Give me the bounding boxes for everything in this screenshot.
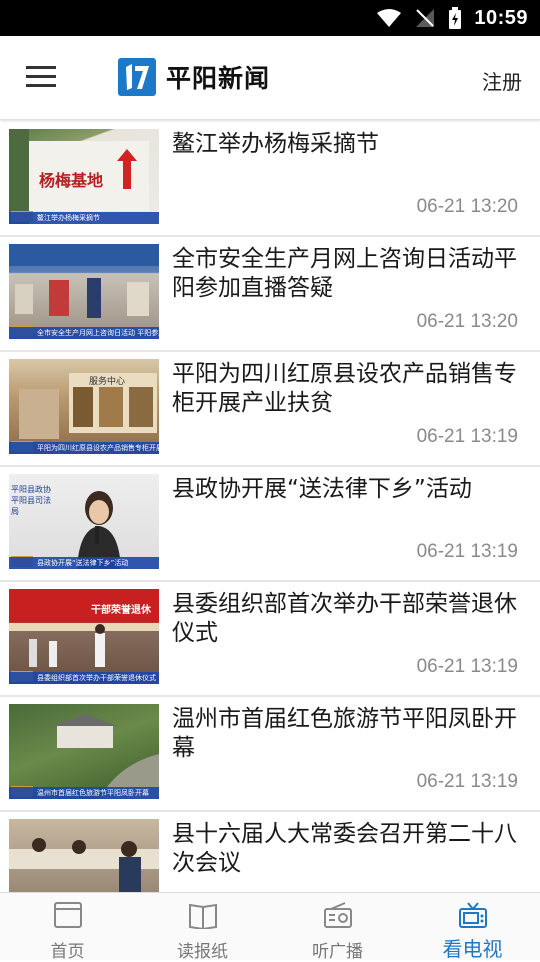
- news-title: 县政协开展“送法律下乡”活动: [172, 476, 472, 502]
- news-item[interactable]: 平阳县政协 平阳县司法局 县政协开展“送法律下乡”活动 县政协开展“送法律下乡”…: [0, 467, 540, 582]
- book-icon: [188, 903, 217, 929]
- menu-button[interactable]: [26, 66, 58, 90]
- app-bar: 平阳新闻 注册: [0, 36, 540, 120]
- thumbnail-caption: 县政协开展“送法律下乡”活动: [9, 557, 159, 569]
- tab-radio[interactable]: 听广播: [270, 893, 405, 962]
- news-time: 06-21 13:19: [416, 541, 518, 562]
- thumbnail-sign-text: 服务中心: [89, 377, 126, 387]
- home-icon: [53, 902, 82, 928]
- tab-home[interactable]: 首页: [0, 893, 135, 962]
- thumbnail-sign-text: 杨梅基地: [39, 171, 104, 190]
- bottom-tab-bar: 首页 读报纸 听广播 看电视: [0, 892, 540, 962]
- news-time: 06-21 13:19: [416, 771, 518, 792]
- news-item[interactable]: 杨梅基地 鳌江举办杨梅采摘节 鳌江举办杨梅采摘节 06-21 13:20: [0, 122, 540, 237]
- tab-label: 读报纸: [177, 942, 228, 962]
- news-thumbnail: 杨梅基地 鳌江举办杨梅采摘节: [9, 129, 159, 224]
- tv-icon: [458, 902, 487, 928]
- tab-label: 听广播: [312, 942, 363, 962]
- app-logo: 平阳新闻: [118, 58, 270, 96]
- news-item[interactable]: 县十六届人大常委会召开第二十八次会议: [0, 812, 540, 892]
- news-time: 06-21 13:20: [416, 196, 518, 217]
- news-thumbnail: 干部荣誉退休 县委组织部首次举办干部荣誉退休仪式: [9, 589, 159, 684]
- register-link[interactable]: 注册: [482, 66, 522, 95]
- news-list: 杨梅基地 鳌江举办杨梅采摘节 鳌江举办杨梅采摘节 06-21 13:20 全市安…: [0, 122, 540, 892]
- news-time: 06-21 13:20: [416, 311, 518, 332]
- news-thumbnail: [9, 819, 159, 892]
- thumbnail-caption: 鳌江举办杨梅采摘节: [9, 212, 159, 224]
- news-title: 县十六届人大常委会召开第二十八次会议: [172, 821, 517, 876]
- thumbnail-sign-text: 干部荣誉退休: [91, 605, 151, 616]
- app-title: 平阳新闻: [166, 64, 271, 93]
- no-signal-icon: [416, 9, 435, 27]
- news-thumbnail: 全市安全生产月网上咨询日活动 平阳参加直播答疑: [9, 244, 159, 339]
- hamburger-line: [26, 84, 56, 87]
- news-item[interactable]: 全市安全生产月网上咨询日活动 平阳参加直播答疑 全市安全生产月网上咨询日活动平阳…: [0, 237, 540, 352]
- logo-mark-icon: [118, 58, 156, 96]
- tab-tv[interactable]: 看电视: [405, 893, 540, 961]
- news-title: 县委组织部首次举办干部荣誉退休仪式: [172, 591, 517, 646]
- news-thumbnail: 服务中心 平阳为四川红原县设农产品销售专柜开展产业扶贫: [9, 359, 159, 454]
- news-time: 06-21 13:19: [416, 426, 518, 447]
- thumbnail-caption: 平阳为四川红原县设农产品销售专柜开展产业扶贫: [9, 442, 159, 454]
- status-bar: 10:59: [0, 0, 540, 36]
- news-thumbnail: 平阳县政协 平阳县司法局 县政协开展“送法律下乡”活动: [9, 474, 159, 569]
- tab-label: 看电视: [442, 937, 503, 961]
- news-item[interactable]: 温州市首届红色旅游节平阳凤卧开幕 温州市首届红色旅游节平阳凤卧开幕 06-21 …: [0, 697, 540, 812]
- news-time: 06-21 13:19: [416, 656, 518, 677]
- hamburger-line: [26, 75, 56, 78]
- news-title: 温州市首届红色旅游节平阳凤卧开幕: [172, 706, 517, 761]
- news-title: 鳌江举办杨梅采摘节: [172, 131, 379, 157]
- news-title: 全市安全生产月网上咨询日活动平阳参加直播答疑: [172, 246, 517, 301]
- tab-newspaper[interactable]: 读报纸: [135, 893, 270, 962]
- wifi-icon: [377, 9, 402, 27]
- tab-label: 首页: [50, 942, 85, 962]
- radio-icon: [323, 902, 352, 928]
- battery-charging-icon: [449, 7, 462, 29]
- thumbnail-caption: 全市安全生产月网上咨询日活动 平阳参加直播答疑: [9, 327, 159, 339]
- news-title: 平阳为四川红原县设农产品销售专柜开展产业扶贫: [172, 361, 517, 416]
- status-icons: 10:59: [376, 0, 528, 36]
- thumbnail-caption: 县委组织部首次举办干部荣誉退休仪式: [9, 672, 159, 684]
- status-time: 10:59: [474, 6, 528, 29]
- news-thumbnail: 温州市首届红色旅游节平阳凤卧开幕: [9, 704, 159, 799]
- thumbnail-caption: 温州市首届红色旅游节平阳凤卧开幕: [9, 787, 159, 799]
- news-item[interactable]: 服务中心 平阳为四川红原县设农产品销售专柜开展产业扶贫 平阳为四川红原县设农产品…: [0, 352, 540, 467]
- hamburger-line: [26, 66, 56, 69]
- thumbnail-sign-text: 平阳县政协 平阳县司法局: [11, 485, 51, 516]
- news-item[interactable]: 干部荣誉退休 县委组织部首次举办干部荣誉退休仪式 县委组织部首次举办干部荣誉退休…: [0, 582, 540, 697]
